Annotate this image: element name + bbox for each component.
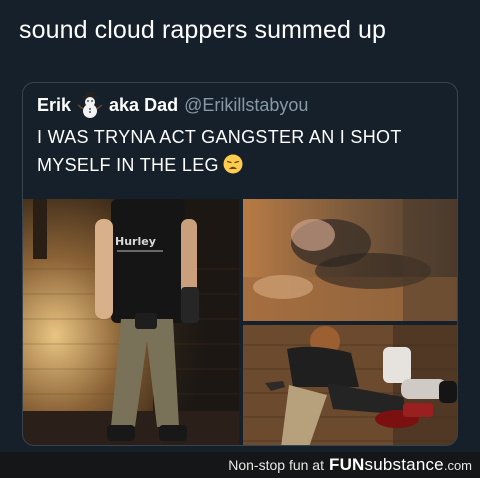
shirt-logo-text: Hurley [115, 235, 156, 248]
photo-standing-with-gun[interactable]: Hurley [23, 199, 239, 445]
brand-light: substance [364, 455, 444, 474]
brand-bold: FUN [328, 455, 365, 474]
watermark-tagline: Non-stop fun at [228, 457, 324, 473]
snowman-icon [77, 92, 103, 118]
quoted-tweet-card[interactable]: Erik aka Dad @Erikillstabyou I WAS TRYNA… [22, 82, 458, 446]
photo-shot-leg[interactable] [243, 325, 457, 445]
tweet-body: I WAS TRYNA ACT GANGSTER AN I SHOT MYSEL… [37, 127, 402, 175]
tweet-photo-grid: Hurley [23, 199, 457, 445]
meme-caption: sound cloud rappers summed up [19, 16, 386, 44]
photo-motion-blur[interactable] [243, 199, 457, 321]
author-name-suffix[interactable]: aka Dad [109, 95, 178, 116]
watermark-brand[interactable]: FUNsubstance [329, 455, 444, 475]
weary-face-icon [223, 154, 243, 174]
author-handle[interactable]: @Erikillstabyou [184, 95, 308, 116]
author-name[interactable]: Erik [37, 95, 71, 116]
watermark-domain: .com [443, 457, 472, 473]
tweet-text: I WAS TRYNA ACT GANGSTER AN I SHOT MYSEL… [37, 123, 447, 179]
tweet-author-row: Erik aka Dad @Erikillstabyou [37, 92, 308, 118]
watermark-bar: Non-stop fun at FUNsubstance .com [0, 452, 480, 478]
